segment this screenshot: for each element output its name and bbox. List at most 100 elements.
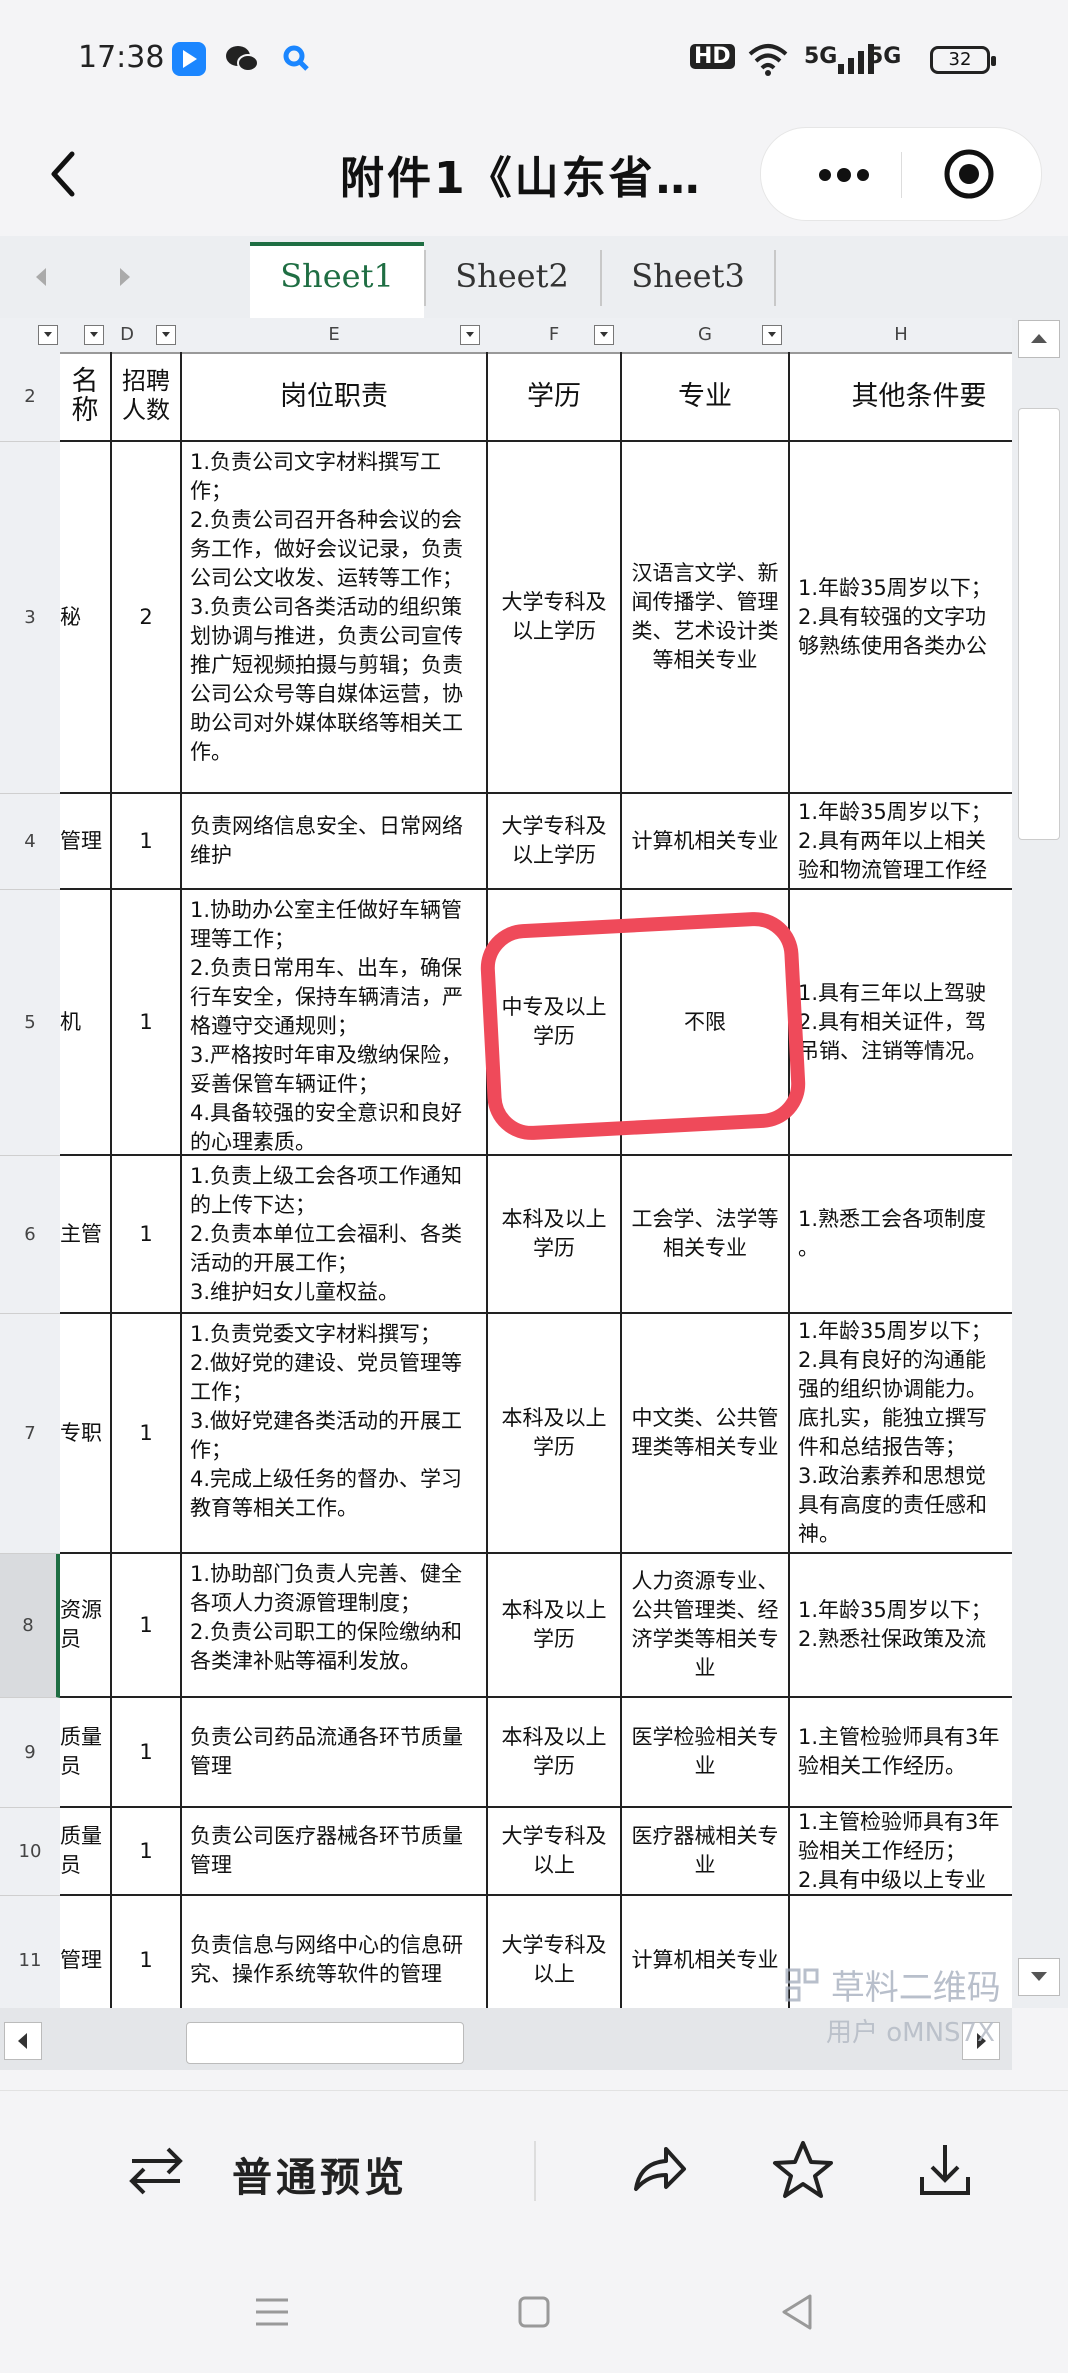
table-cell[interactable]: 大学专科及以上学历	[488, 794, 622, 890]
column-header-h[interactable]: H	[790, 318, 1012, 352]
scroll-up-icon[interactable]	[1018, 320, 1060, 358]
table-cell[interactable]: 1	[112, 1698, 182, 1808]
table-cell[interactable]: 医学检验相关专业	[622, 1698, 790, 1808]
row-header[interactable]: 7	[0, 1314, 60, 1554]
table-cell[interactable]: 1.主管检验师具有3年 验相关工作经历。	[790, 1698, 1012, 1808]
table-cell[interactable]: 负责网络信息安全、日常网络维护	[182, 794, 488, 890]
tab-sheet2[interactable]: Sheet2	[426, 246, 598, 310]
table-cell[interactable]: 质量 员	[60, 1698, 112, 1808]
table-cell[interactable]: 本科及以上学历	[488, 1314, 622, 1554]
table-cell[interactable]: 人力资源专业、公共管理类、经济学类等相关专业	[622, 1554, 790, 1698]
row-header[interactable]: 11	[0, 1896, 60, 2008]
table-cell[interactable]: 资源 员	[60, 1554, 112, 1698]
table-cell[interactable]: 管理	[60, 794, 112, 890]
table-cell[interactable]: 汉语言文学、新闻传播学、管理类、艺术设计类等相关专业	[622, 442, 790, 794]
row-header[interactable]: 9	[0, 1698, 60, 1808]
filter-dropdown-icon[interactable]	[84, 325, 104, 345]
table-cell[interactable]: 大学专科及以上学历	[488, 442, 622, 794]
table-header-cell[interactable]: 专业	[622, 352, 790, 442]
row-header[interactable]: 2	[0, 352, 60, 442]
row-header[interactable]: 6	[0, 1156, 60, 1314]
horizontal-scroll-thumb[interactable]	[186, 2022, 464, 2064]
table-cell[interactable]: 管理	[60, 1896, 112, 2008]
table-cell[interactable]: 本科及以上学历	[488, 1698, 622, 1808]
table-cell[interactable]: 1.年龄35周岁以下； 2.熟悉社保政策及流	[790, 1554, 1012, 1698]
spreadsheet-grid[interactable]: D E F G H 2 名称 招聘人数 岗位职责 学历 专业 其他条件要 3 秘 2 1.负责公司文…	[0, 318, 1012, 2008]
table-cell[interactable]: 专职	[60, 1314, 112, 1554]
table-cell[interactable]: 本科及以上学历	[488, 1554, 622, 1698]
row-header[interactable]: 3	[0, 442, 60, 794]
table-cell[interactable]: 工会学、法学等相关专业	[622, 1156, 790, 1314]
table-cell[interactable]: 1	[112, 1156, 182, 1314]
column-header-e[interactable]: E	[182, 318, 486, 352]
table-cell[interactable]: 计算机相关专业	[622, 1896, 790, 2008]
close-target-icon[interactable]	[941, 146, 997, 202]
table-cell[interactable]: 秘	[60, 442, 112, 794]
table-cell[interactable]: 大学专科及以上	[488, 1808, 622, 1896]
switch-arrows-icon[interactable]	[126, 2141, 186, 2201]
table-header-cell[interactable]: 岗位职责	[182, 352, 488, 442]
table-cell[interactable]: 1	[112, 1808, 182, 1896]
tab-sheet3[interactable]: Sheet3	[602, 246, 774, 310]
table-cell[interactable]: 医疗器械相关专业	[622, 1808, 790, 1896]
share-icon[interactable]	[626, 2137, 692, 2203]
filter-dropdown-icon[interactable]	[460, 325, 480, 345]
download-icon[interactable]	[912, 2137, 978, 2203]
table-cell[interactable]: 1	[112, 1314, 182, 1554]
table-cell[interactable]: 主管	[60, 1156, 112, 1314]
scroll-down-icon[interactable]	[1018, 1958, 1060, 1996]
table-cell[interactable]: 1	[112, 1554, 182, 1698]
table-cell[interactable]: 1	[112, 794, 182, 890]
table-cell[interactable]: 负责公司医疗器械各环节质量管理	[182, 1808, 488, 1896]
table-cell[interactable]: 1.年龄35周岁以下； 2.具有良好的沟通能 强的组织协调能力。 底扎实，能独立…	[790, 1314, 1012, 1554]
preview-mode-label[interactable]: 普通预览	[232, 2145, 408, 2203]
vertical-scroll-thumb[interactable]	[1018, 408, 1060, 840]
table-cell[interactable]: 1.年龄35周岁以下； 2.具有两年以上相关 验和物流管理工作经	[790, 794, 1012, 890]
table-header-cell[interactable]: 名称	[60, 352, 112, 442]
capsule-divider	[901, 152, 902, 198]
back-arrow-icon[interactable]	[38, 144, 98, 204]
row-header[interactable]: 10	[0, 1808, 60, 1896]
table-cell[interactable]: 质量 员	[60, 1808, 112, 1896]
home-square-icon[interactable]	[512, 2290, 556, 2334]
more-dots-icon[interactable]	[799, 150, 889, 200]
filter-dropdown-icon[interactable]	[594, 325, 614, 345]
row-header[interactable]: 4	[0, 794, 60, 890]
tab-prev-icon[interactable]	[26, 262, 56, 292]
table-cell[interactable]: 负责公司药品流通各环节质量管理	[182, 1698, 488, 1808]
table-cell[interactable]: 1.协助部门负责人完善、健全各项人力资源管理制度； 2.负责公司职工的保险缴纳和…	[182, 1554, 488, 1698]
table-cell[interactable]: 中文类、公共管理类等相关专业	[622, 1314, 790, 1554]
vertical-scrollbar[interactable]	[1012, 318, 1068, 2008]
table-cell[interactable]: 大学专科及以上	[488, 1896, 622, 2008]
table-cell[interactable]: 1.负责上级工会各项工作通知的上传下达； 2.负责本单位工会福利、各类活动的开展…	[182, 1156, 488, 1314]
table-cell[interactable]: 1.具有三年以上驾驶 2.具有相关证件，驾 吊销、注销等情况。	[790, 890, 1012, 1156]
table-cell[interactable]: 1.负责党委文字材料撰写； 2.做好党的建设、党员管理等工作； 3.做好党建各类…	[182, 1314, 488, 1554]
row-header[interactable]: 8	[0, 1554, 60, 1698]
filter-dropdown-icon[interactable]	[156, 325, 176, 345]
filter-dropdown-icon[interactable]	[762, 325, 782, 345]
table-cell[interactable]: 计算机相关专业	[622, 794, 790, 890]
menu-lines-icon[interactable]	[250, 2290, 294, 2334]
table-cell[interactable]: 1.负责公司文字材料撰写工作； 2.负责公司召开各种会议的会务工作，做好会议记录…	[182, 442, 488, 794]
filter-dropdown-icon[interactable]	[38, 325, 58, 345]
tab-sheet1[interactable]: Sheet1	[250, 242, 424, 318]
table-header-cell[interactable]: 招聘人数	[112, 352, 182, 442]
table-header-cell[interactable]: 学历	[488, 352, 622, 442]
table-header-cell[interactable]: 其他条件要	[790, 352, 1012, 442]
table-cell[interactable]: 1.熟悉工会各项制度 。	[790, 1156, 1012, 1314]
tab-next-icon[interactable]	[110, 262, 140, 292]
table-cell[interactable]: 本科及以上学历	[488, 1156, 622, 1314]
back-triangle-icon[interactable]	[776, 2290, 820, 2334]
table-cell[interactable]: 1.年龄35周岁以下； 2.具有较强的文字功 够熟练使用各类办公	[790, 442, 1012, 794]
scroll-left-icon[interactable]	[4, 2022, 42, 2060]
star-icon[interactable]	[770, 2137, 836, 2203]
table-cell[interactable]: 2	[112, 442, 182, 794]
column-header-d[interactable]: D	[114, 318, 140, 352]
row-header[interactable]: 5	[0, 890, 60, 1156]
table-cell[interactable]: 1	[112, 890, 182, 1156]
table-cell[interactable]: 1.协助办公室主任做好车辆管理等工作； 2.负责日常用车、出车，确保行车安全，保…	[182, 890, 488, 1156]
table-cell[interactable]: 负责信息与网络中心的信息研究、操作系统等软件的管理	[182, 1896, 488, 2008]
table-cell[interactable]: 机	[60, 890, 112, 1156]
table-cell[interactable]: 1	[112, 1896, 182, 2008]
table-cell[interactable]: 1.主管检验师具有3年 验相关工作经历； 2.具有中级以上专业	[790, 1808, 1012, 1896]
